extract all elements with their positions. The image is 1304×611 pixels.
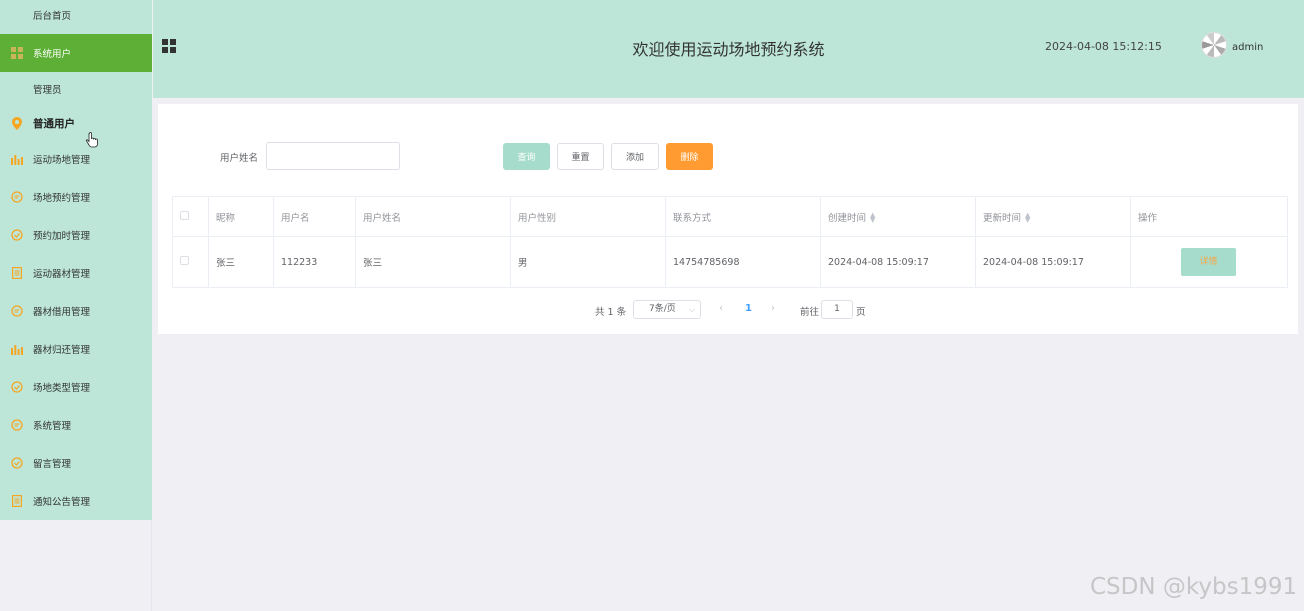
search-input[interactable] (266, 142, 400, 170)
table-row: 张三 112233 张三 男 14754785698 2024-04-08 15… (172, 236, 1288, 288)
next-page-icon[interactable]: › (771, 303, 775, 314)
column-header-label: 创建时间 (828, 212, 867, 224)
sidebar-item-label: 系统用户 (33, 49, 72, 60)
username-label[interactable]: admin (1232, 42, 1263, 53)
cell-created: 2024-04-08 15:09:17 (820, 236, 976, 288)
sidebar-item-label: 器材归还管理 (33, 345, 91, 356)
content-card: 用户姓名 查询 重置 添加 删除 昵称 用户名 用户姓名 用户性别 联系方式 创… (158, 104, 1298, 334)
goto-label: 前往 (800, 307, 820, 318)
top-header: 欢迎使用运动场地预约系统 2024-04-08 15:12:15 admin (153, 0, 1304, 98)
row-select-cell (172, 236, 209, 288)
page-size-value: 7条/页 (649, 304, 676, 314)
current-datetime: 2024-04-08 15:12:15 (1045, 40, 1162, 53)
select-all-checkbox[interactable] (180, 210, 189, 220)
cell-realname: 张三 (355, 236, 511, 288)
sort-icon[interactable]: ▲ ▼ (1025, 212, 1030, 224)
detail-button[interactable]: 详情 (1181, 248, 1236, 276)
query-button[interactable]: 查询 (503, 143, 550, 170)
column-header: 用户姓名 (355, 196, 511, 237)
document-icon (9, 493, 25, 509)
column-header: 操作 (1130, 196, 1288, 237)
hand-cursor-icon (85, 132, 98, 152)
prev-page-icon[interactable]: ‹ (719, 303, 723, 314)
cell-contact: 14754785698 (665, 236, 821, 288)
page-size-select[interactable]: 7条/页 ⌵ (633, 300, 701, 319)
sidebar-item-label: 普通用户 (33, 117, 75, 130)
column-header: 联系方式 (665, 196, 821, 237)
sidebar-item-label: 器材借用管理 (33, 307, 91, 318)
sidebar-item-equipment-borrow[interactable]: 器材借用管理 (0, 292, 152, 330)
cell-nickname: 张三 (208, 236, 274, 288)
watermark: CSDN @kybs1991 (1090, 574, 1298, 600)
bar-chart-icon (9, 341, 25, 357)
column-header-sortable[interactable]: 更新时间 ▲ ▼ (975, 196, 1131, 237)
sidebar-item-system-users[interactable]: 系统用户 (0, 34, 152, 72)
chevron-down-icon: ⌵ (688, 305, 695, 314)
sidebar-item-system-management[interactable]: 系统管理 (0, 406, 152, 444)
sidebar-item-label: 通知公告管理 (33, 497, 91, 508)
cell-username: 112233 (273, 236, 356, 288)
pagination-total: 共 1 条 (595, 307, 627, 318)
page-suffix-label: 页 (856, 307, 866, 318)
page-number-current[interactable]: 1 (745, 303, 752, 314)
check-circle-icon (9, 227, 25, 243)
check-circle-icon (9, 379, 25, 395)
sidebar-item-admin[interactable]: 管理员 (0, 70, 152, 108)
sidebar-item-venue-management[interactable]: 运动场地管理 (0, 140, 152, 178)
chat-icon (9, 189, 25, 205)
sidebar-item-normal-users[interactable]: 普通用户 (0, 104, 152, 142)
users-table: 昵称 用户名 用户姓名 用户性别 联系方式 创建时间 ▲ ▼ 更新时间 ▲ ▼ 操作 张… (172, 196, 1288, 288)
sidebar-item-messages[interactable]: 留言管理 (0, 444, 152, 482)
sidebar-item-label: 留言管理 (33, 459, 72, 470)
bar-chart-icon (9, 151, 25, 167)
chat-icon (9, 303, 25, 319)
table-header-row: 昵称 用户名 用户姓名 用户性别 联系方式 创建时间 ▲ ▼ 更新时间 ▲ ▼ 操作 (172, 196, 1288, 237)
grid-icon (9, 45, 25, 61)
sidebar-item-label: 后台首页 (33, 11, 72, 22)
search-label: 用户姓名 (220, 153, 259, 164)
sidebar-item-label: 运动场地管理 (33, 155, 91, 166)
location-icon (9, 115, 25, 131)
add-button[interactable]: 添加 (611, 143, 659, 170)
sidebar-item-label: 运动器材管理 (33, 269, 91, 280)
column-header-label: 更新时间 (983, 212, 1022, 224)
row-checkbox[interactable] (180, 256, 189, 265)
sidebar-item-label: 场地预约管理 (33, 193, 91, 204)
cell-action: 详情 (1130, 236, 1288, 288)
column-header: 用户性别 (510, 196, 666, 237)
sidebar-item-announcements[interactable]: 通知公告管理 (0, 482, 152, 520)
sidebar-menu: 后台首页 系统用户 管理员 普通用户 运动场地管理 场地预约管理 预约加时管理 … (0, 0, 152, 520)
goto-page-input[interactable]: 1 (821, 300, 853, 319)
delete-button[interactable]: 删除 (666, 143, 713, 170)
pagination: 共 1 条 7条/页 ⌵ ‹ 1 › 前往 1 页 (158, 300, 1298, 320)
chat-icon (9, 417, 25, 433)
cell-gender: 男 (510, 236, 666, 288)
column-header: 昵称 (208, 196, 274, 237)
check-circle-icon (9, 455, 25, 471)
sort-icon[interactable]: ▲ ▼ (870, 212, 875, 224)
avatar[interactable] (1201, 32, 1227, 58)
sidebar-item-equipment-management[interactable]: 运动器材管理 (0, 254, 152, 292)
column-header-sortable[interactable]: 创建时间 ▲ ▼ (820, 196, 976, 237)
sidebar-item-venue-booking[interactable]: 场地预约管理 (0, 178, 152, 216)
cell-updated: 2024-04-08 15:09:17 (975, 236, 1131, 288)
sidebar-item-label: 预约加时管理 (33, 231, 91, 242)
sidebar-item-label: 场地类型管理 (33, 383, 91, 394)
sidebar-item-venue-type[interactable]: 场地类型管理 (0, 368, 152, 406)
reset-button[interactable]: 重置 (557, 143, 604, 170)
sidebar: 后台首页 系统用户 管理员 普通用户 运动场地管理 场地预约管理 预约加时管理 … (0, 0, 152, 611)
sidebar-item-label: 系统管理 (33, 421, 72, 432)
document-icon (9, 265, 25, 281)
column-header: 用户名 (273, 196, 356, 237)
sidebar-item-equipment-return[interactable]: 器材归还管理 (0, 330, 152, 368)
select-all-cell (172, 196, 209, 237)
sidebar-item-booking-extension[interactable]: 预约加时管理 (0, 216, 152, 254)
sidebar-item-label: 管理员 (33, 85, 62, 96)
sidebar-item-dashboard[interactable]: 后台首页 (0, 0, 152, 34)
